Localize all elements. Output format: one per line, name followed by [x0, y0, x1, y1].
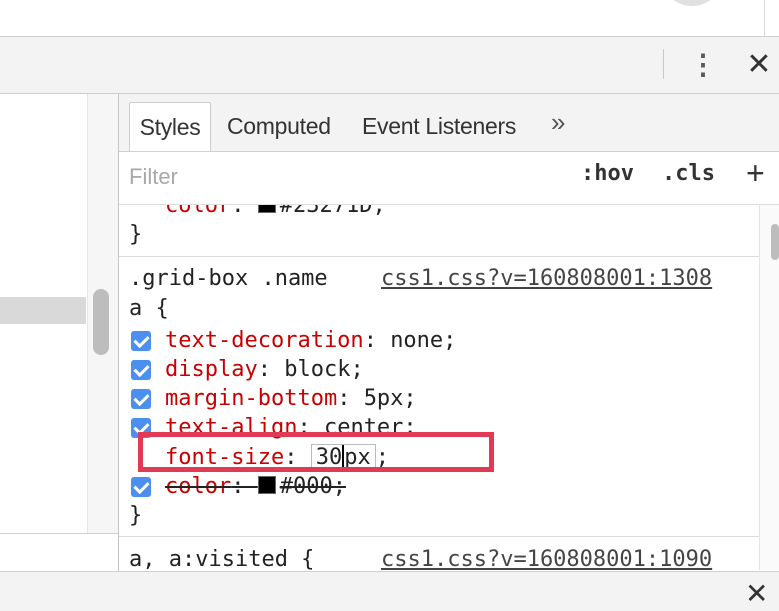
filter-input[interactable]: Filter	[129, 164, 178, 190]
browser-top-strip	[0, 0, 779, 37]
drawer-bar: ✕	[0, 571, 779, 611]
elements-scrollbar-thumb[interactable]	[93, 289, 109, 355]
rule-close-brace: }	[129, 503, 143, 528]
color-swatch[interactable]	[257, 476, 276, 494]
highlight-annotation	[138, 432, 494, 472]
css-property-value: #000;	[279, 474, 346, 499]
more-tabs-icon[interactable]: »	[551, 98, 565, 146]
selected-node-row[interactable]	[0, 297, 86, 324]
rule-selector-cont[interactable]: a {	[129, 294, 169, 324]
class-toggle[interactable]: .cls	[662, 161, 715, 186]
devtools-toolbar: ⋮ ✕	[0, 37, 779, 94]
styles-filter-bar: Filter :hov .cls +	[119, 152, 779, 205]
sidebar-tab-bar: Styles Computed Event Listeners »	[119, 94, 779, 152]
tab-event-listeners[interactable]: Event Listeners	[362, 102, 516, 150]
styles-rules-pane: color: #23271D; } .grid-box .name css1.c…	[119, 205, 759, 570]
css-property-value: #23271D;	[279, 205, 386, 218]
declaration-checkbox[interactable]	[131, 331, 151, 351]
css-property-name: margin-bottom	[165, 386, 338, 411]
css-property-value: block;	[284, 357, 364, 382]
declaration-checkbox[interactable]	[131, 360, 151, 380]
close-drawer-icon[interactable]: ✕	[745, 577, 768, 610]
css-property-value: none;	[390, 328, 457, 353]
rule-selector[interactable]: a, a:visited {	[129, 545, 314, 570]
css-property-name: color	[165, 474, 232, 499]
tab-styles[interactable]: Styles	[129, 102, 211, 151]
declaration-checkbox[interactable]	[131, 477, 151, 497]
more-options-icon[interactable]: ⋮	[688, 45, 718, 85]
rule-selector[interactable]: .grid-box .name	[129, 264, 328, 294]
css-declaration[interactable]: color: #23271D;	[165, 205, 386, 221]
styles-scrollbar-thumb[interactable]	[771, 224, 779, 260]
css-property-name: color	[165, 205, 232, 218]
rule-close-brace: }	[129, 222, 143, 247]
avatar[interactable]	[668, 0, 716, 6]
rule-separator	[119, 536, 759, 537]
tab-computed[interactable]: Computed	[227, 102, 331, 150]
rule-separator	[119, 256, 759, 257]
new-style-rule-icon[interactable]: +	[746, 155, 765, 192]
css-property-name: display	[165, 357, 258, 382]
css-declaration[interactable]: text-decoration: none;	[165, 326, 456, 356]
css-declaration-overridden[interactable]: color: #000;	[165, 472, 346, 502]
toolbar-separator	[663, 49, 664, 79]
hover-state-toggle[interactable]: :hov	[581, 161, 634, 186]
rule-source-link[interactable]: css1.css?v=160808001:1090	[381, 545, 712, 570]
color-swatch[interactable]	[257, 205, 276, 213]
elements-divider	[0, 533, 118, 534]
declaration-checkbox[interactable]	[131, 389, 151, 409]
css-declaration[interactable]: margin-bottom: 5px;	[165, 384, 417, 414]
css-declaration[interactable]: display: block;	[165, 355, 364, 385]
css-property-value: 5px;	[363, 386, 417, 411]
rule-source-link[interactable]: css1.css?v=160808001:1308	[381, 264, 712, 294]
close-devtools-icon[interactable]: ✕	[740, 45, 778, 85]
window-divider	[764, 0, 765, 36]
css-property-name: text-decoration	[165, 328, 364, 353]
